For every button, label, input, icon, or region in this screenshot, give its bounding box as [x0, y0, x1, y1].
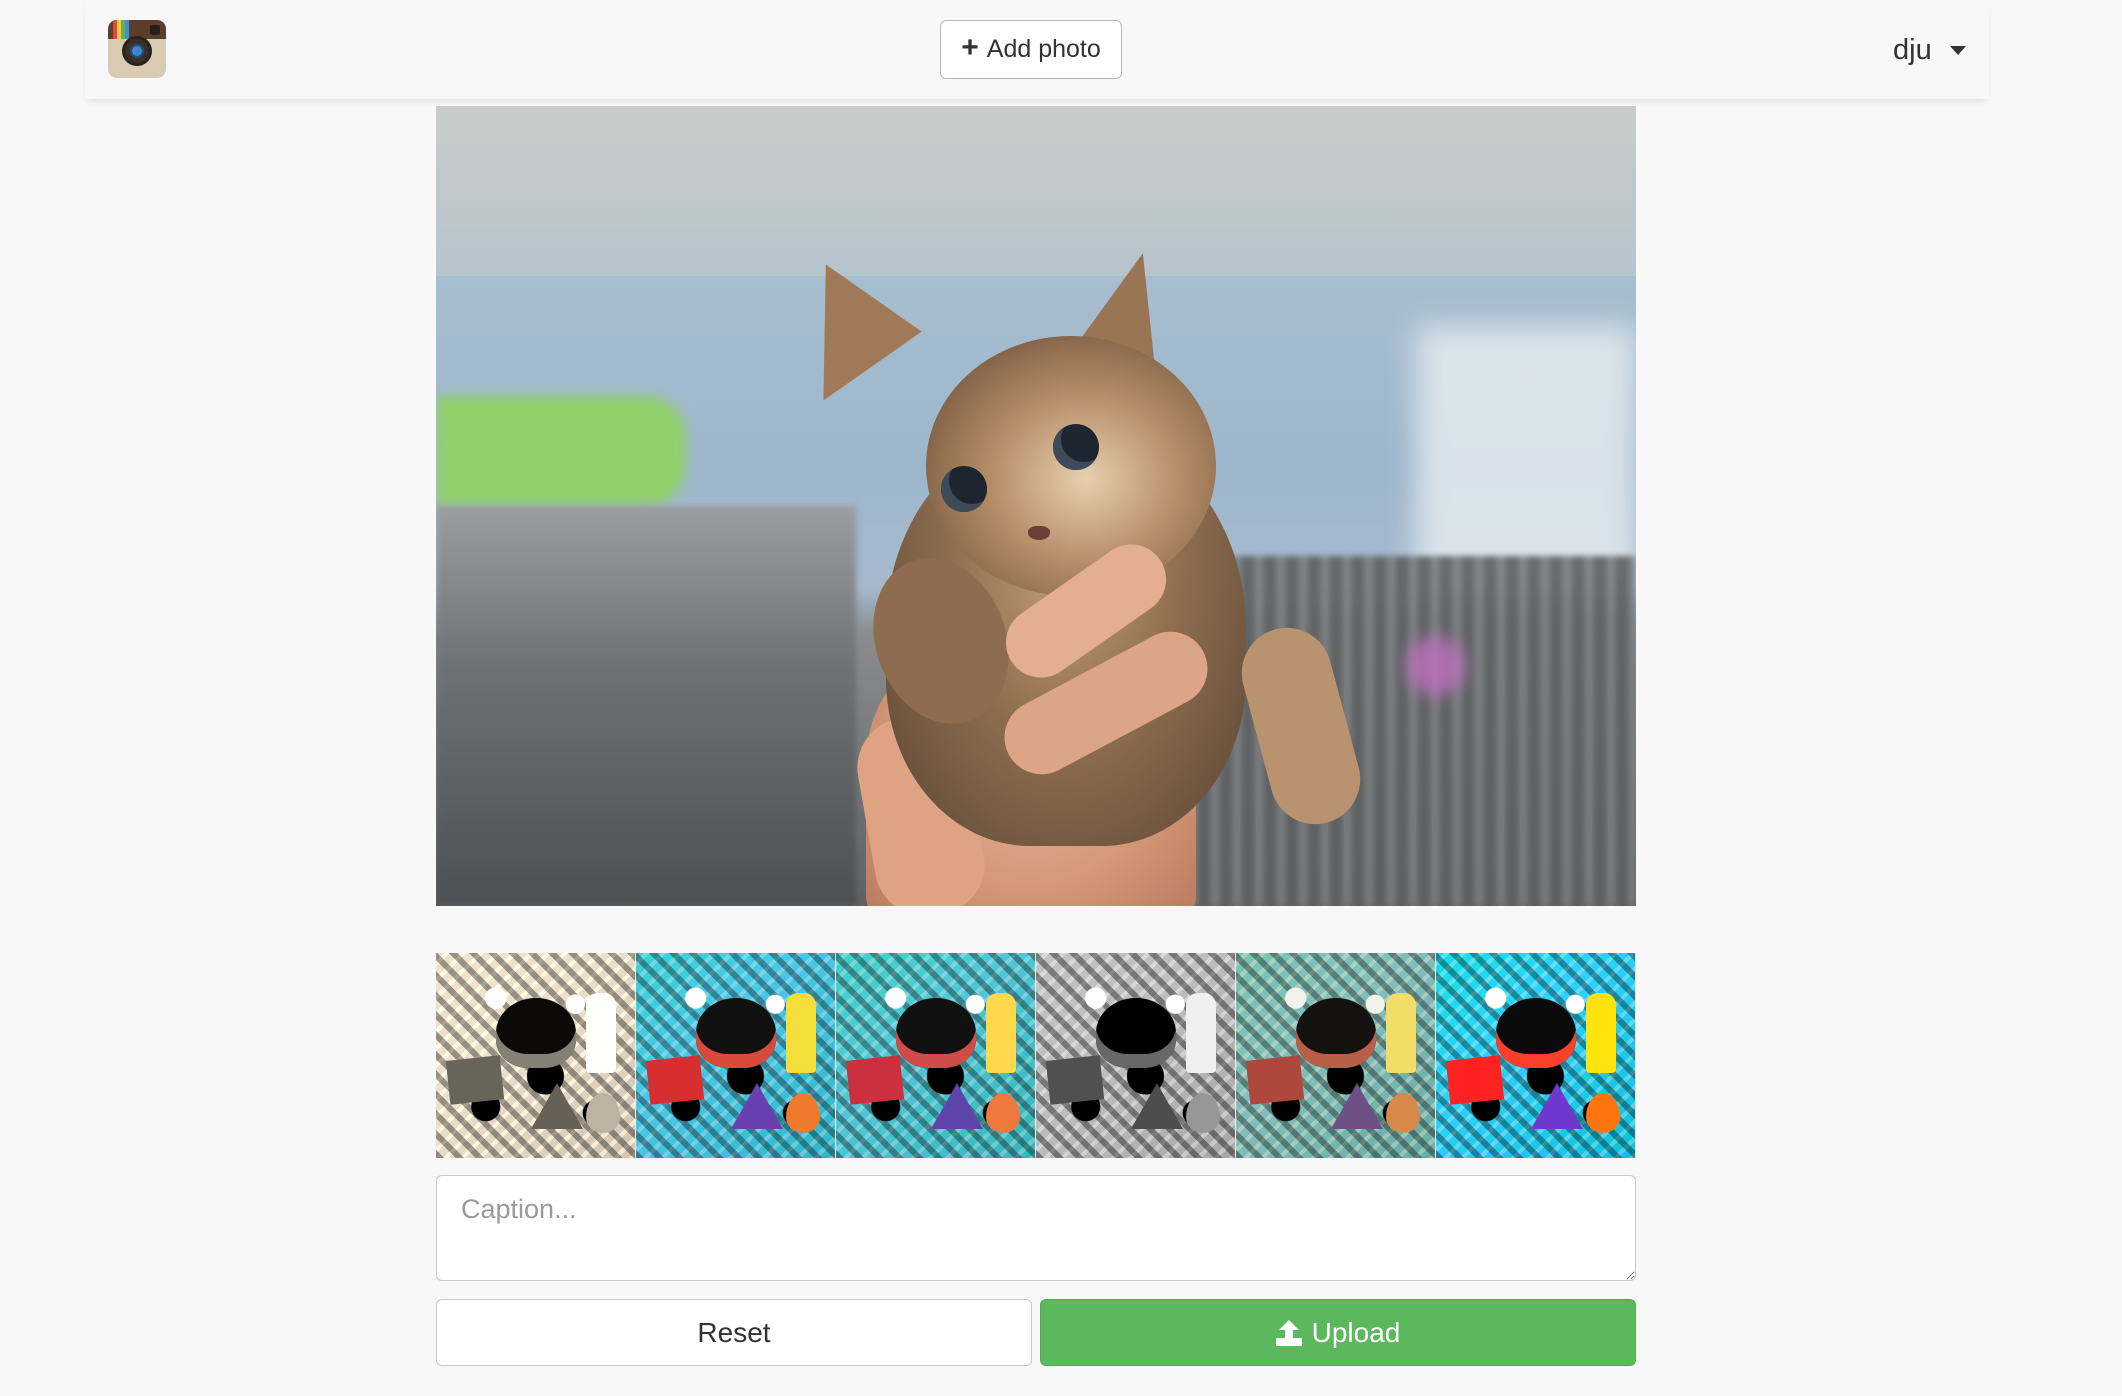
- art-triangle: [1331, 1083, 1383, 1129]
- art-orange-drop: [1186, 1093, 1220, 1133]
- art-yellow-shape: [1386, 993, 1416, 1073]
- art-yellow-shape: [1586, 993, 1616, 1073]
- photo-bg-pink-object: [1406, 636, 1466, 696]
- logo-lens-glass: [132, 46, 142, 56]
- art-red-block: [445, 1055, 505, 1105]
- art-yellow-shape: [586, 993, 616, 1073]
- art-face: [1496, 998, 1576, 1068]
- reset-button[interactable]: Reset: [436, 1299, 1032, 1366]
- art-face: [1096, 998, 1176, 1068]
- logo-viewfinder: [150, 25, 160, 35]
- navbar: + Add photo dju: [85, 0, 1989, 99]
- user-menu-dropdown[interactable]: dju: [1893, 26, 1966, 74]
- art-triangle: [1531, 1083, 1583, 1129]
- filter-thumbnail-vivid[interactable]: [1436, 953, 1636, 1158]
- photo-bg-shelf: [436, 506, 856, 906]
- photo-bg-ceiling: [436, 106, 1636, 276]
- filter-preview-art: [1036, 953, 1235, 1158]
- username: dju: [1893, 33, 1932, 66]
- upload-arrow-stem: [1284, 1328, 1293, 1338]
- art-triangle: [1131, 1083, 1183, 1129]
- art-face: [696, 998, 776, 1068]
- add-photo-label: Add photo: [986, 35, 1101, 63]
- art-orange-drop: [586, 1093, 620, 1133]
- plus-icon: +: [961, 31, 979, 64]
- photo-kitten-eye-right: [1053, 424, 1099, 470]
- caret-down-icon: [1949, 45, 1966, 55]
- filter-thumbnail-cool[interactable]: [836, 953, 1036, 1158]
- art-orange-drop: [986, 1093, 1020, 1133]
- art-yellow-shape: [986, 993, 1016, 1073]
- art-triangle: [931, 1083, 983, 1129]
- art-red-block: [1045, 1055, 1105, 1105]
- art-red-block: [845, 1055, 905, 1105]
- art-triangle: [531, 1083, 583, 1129]
- photo-preview: [436, 106, 1636, 906]
- reset-label: Reset: [697, 1316, 771, 1348]
- filter-thumbnail-grayscale[interactable]: [1036, 953, 1236, 1158]
- photo-bg-light: [1416, 326, 1636, 586]
- add-photo-button[interactable]: + Add photo: [940, 20, 1122, 79]
- filter-preview-art: [836, 953, 1035, 1158]
- photo-kitten-eye-left: [941, 466, 987, 512]
- filter-thumbnail-sepia[interactable]: [436, 953, 636, 1158]
- photo-kitten-nose: [1028, 526, 1050, 540]
- filter-thumbnail-normal[interactable]: [636, 953, 836, 1158]
- upload-button[interactable]: Upload: [1040, 1299, 1636, 1366]
- art-red-block: [1445, 1055, 1505, 1105]
- filter-thumbnail-warm[interactable]: [1236, 953, 1436, 1158]
- art-triangle: [731, 1083, 783, 1129]
- filter-preview-art: [1436, 953, 1635, 1158]
- logo-lens: [122, 36, 152, 66]
- art-yellow-shape: [786, 993, 816, 1073]
- upload-tray: [1275, 1337, 1302, 1346]
- logo-rainbow-stripes: [113, 20, 129, 39]
- art-red-block: [645, 1055, 705, 1105]
- filter-preview-art: [636, 953, 835, 1158]
- art-yellow-shape: [1186, 993, 1216, 1073]
- art-orange-drop: [786, 1093, 820, 1133]
- art-face: [896, 998, 976, 1068]
- filter-strip: [436, 953, 1636, 1158]
- camera-logo-icon[interactable]: [108, 20, 166, 78]
- art-face: [1296, 998, 1376, 1068]
- art-face: [496, 998, 576, 1068]
- art-orange-drop: [1386, 1093, 1420, 1133]
- filter-preview-art: [1236, 953, 1435, 1158]
- filter-preview-art: [436, 953, 635, 1158]
- art-orange-drop: [1586, 1093, 1620, 1133]
- upload-label: Upload: [1311, 1316, 1401, 1348]
- art-red-block: [1245, 1055, 1305, 1105]
- photo-bg-green-object: [436, 396, 686, 506]
- caption-input[interactable]: [436, 1175, 1636, 1281]
- upload-icon: [1275, 1319, 1302, 1346]
